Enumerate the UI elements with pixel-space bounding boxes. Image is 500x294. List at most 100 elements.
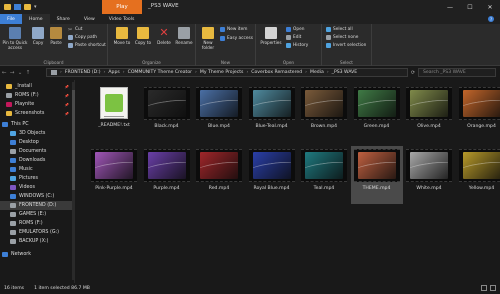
file-item[interactable]: Royal Blue.mp4 [246,146,298,204]
file-item[interactable]: Brown.mp4 [298,84,350,142]
file-item[interactable]: Olive.mp4 [403,84,455,142]
new-item-button[interactable]: New item [220,27,247,32]
pin-icon [9,27,21,39]
cut-button[interactable]: ✂ Cut [68,27,82,33]
maximize-button[interactable]: ☐ [460,0,480,14]
file-item[interactable]: THEME.mp4 [350,146,403,204]
sidebar-item-icon [10,140,16,145]
file-item[interactable]: Pink-Purple.mp4 [88,146,140,204]
copy-button[interactable]: Copy [30,27,46,46]
file-item[interactable]: Black.mp4 [141,84,193,142]
rename-button[interactable]: Rename [174,27,194,46]
file-item[interactable]: Blue-Teal.mp4 [246,84,298,142]
file-name: Green.mp4 [363,124,390,129]
breadcrumb-item[interactable]: Media [310,70,324,75]
copy-to-button[interactable]: Copy to [132,27,154,46]
sidebar-item[interactable]: EMULATORS (G:) [0,228,72,237]
sidebar-item[interactable]: Downloads [0,156,72,165]
breadcrumb-item[interactable]: _PS3 WAVE [332,70,358,75]
sidebar-item[interactable]: Screenshots 📌 [0,109,72,118]
sidebar-item[interactable]: FRONTEND (D:) [0,201,72,210]
help-icon[interactable]: ? [488,16,494,22]
file-item[interactable]: Teal.mp4 [298,146,350,204]
select-all-button[interactable]: Select all [326,27,353,32]
breadcrumb-item[interactable]: Apps [108,70,119,75]
minimize-button[interactable]: — [440,0,460,14]
tab-play[interactable]: Play [102,0,142,14]
sidebar-item[interactable]: Playnite 📌 [0,100,72,109]
tab-file[interactable]: File [0,14,22,24]
invert-selection-button[interactable]: Invert selection [326,43,366,48]
properties-button[interactable]: Properties [258,27,284,46]
file-name: Red.mp4 [208,186,230,191]
delete-button[interactable]: ✕ Delete [154,27,174,46]
chevron-down-icon[interactable]: ▾ [34,4,37,10]
breadcrumb-item[interactable]: FRONTEND (D:) [65,70,101,75]
close-button[interactable]: ✕ [480,0,500,14]
file-name: White.mp4 [416,186,442,191]
sidebar-item[interactable]: GAMES (E:) [0,210,72,219]
sidebar-item[interactable]: This PC [0,120,72,129]
paste-button[interactable]: Paste [48,27,64,46]
sidebar-item[interactable]: WINDOWS (C:) [0,192,72,201]
video-thumbnail-icon [248,87,295,120]
paste-shortcut-button[interactable]: Paste shortcut [68,43,106,48]
properties-icon[interactable] [14,4,21,10]
open-button[interactable]: Open [286,27,304,32]
scrollbar-thumb[interactable] [72,90,75,190]
back-arrow-icon[interactable]: ← [0,68,8,78]
tab-video-tools[interactable]: Video Tools [102,14,142,24]
large-icons-view-icon[interactable] [490,285,496,291]
breadcrumb-item[interactable]: My Theme Projects [200,70,244,75]
sidebar-item[interactable]: Music [0,165,72,174]
window-controls: — ☐ ✕ [440,0,500,14]
recent-chevron-icon[interactable]: ⌄ [16,68,24,78]
file-item[interactable]: Purple.mp4 [141,146,193,204]
video-thumbnail-icon [196,87,242,120]
file-name: Yellow.mp4 [468,186,495,191]
refresh-icon[interactable]: ⟳ [409,68,417,77]
new-folder-icon[interactable] [24,4,31,10]
move-to-button[interactable]: Move to [111,27,133,46]
sidebar-scrollbar[interactable] [72,82,75,280]
sidebar-item[interactable]: 3D Objects [0,129,72,138]
easy-access-button[interactable]: Easy access [220,36,253,41]
sidebar-item[interactable]: _Install 📌 [0,82,72,91]
file-item[interactable]: Yellow.mp4 [456,146,500,204]
breadcrumb-item[interactable]: COMMUNITY Theme Creator [128,70,192,75]
copy-to-icon [137,27,149,39]
copy-path-button[interactable]: Copy path [68,35,97,40]
forward-arrow-icon[interactable]: → [8,68,16,78]
edit-button[interactable]: Edit [286,35,301,40]
sidebar-item[interactable]: Network [0,250,72,259]
pin-quick-access-button[interactable]: Pin to Quick access [2,27,28,51]
breadcrumb-item[interactable]: Coverbox Remastered [251,70,302,75]
file-item[interactable]: White.mp4 [403,146,455,204]
new-folder-button[interactable]: New folder [198,27,218,51]
details-view-icon[interactable] [481,285,487,291]
tab-share[interactable]: Share [50,14,77,24]
sidebar-item-label: WINDOWS (C:) [19,194,55,199]
breadcrumb[interactable]: › FRONTEND (D:) › Apps › COMMUNITY Theme… [46,68,408,77]
select-none-button[interactable]: Select none [326,35,358,40]
sidebar-item[interactable]: Desktop [0,138,72,147]
sidebar-item-icon [10,176,16,181]
file-item[interactable]: _README!.txt [88,84,140,142]
file-item[interactable]: Blue.mp4 [193,84,245,142]
up-arrow-icon[interactable]: ↑ [24,68,32,78]
sidebar-item[interactable]: ROMS (F:) [0,219,72,228]
tab-home[interactable]: Home [22,14,50,24]
file-item[interactable]: Red.mp4 [193,146,245,204]
sidebar-item[interactable]: Pictures [0,174,72,183]
tab-view[interactable]: View [77,14,102,24]
search-input[interactable]: Search _PS3 WAVE [418,68,496,77]
sidebar-item[interactable]: Videos [0,183,72,192]
history-button[interactable]: History [286,43,308,48]
sidebar-item-icon [10,185,16,190]
sidebar-item[interactable]: BACKUP (X:) [0,237,72,246]
sidebar-item-label: EMULATORS (G:) [19,230,60,235]
sidebar-item[interactable]: ROMS (F:) 📌 [0,91,72,100]
sidebar-item[interactable]: Documents [0,147,72,156]
file-item[interactable]: Orange.mp4 [456,84,500,142]
file-item[interactable]: Green.mp4 [351,84,403,142]
